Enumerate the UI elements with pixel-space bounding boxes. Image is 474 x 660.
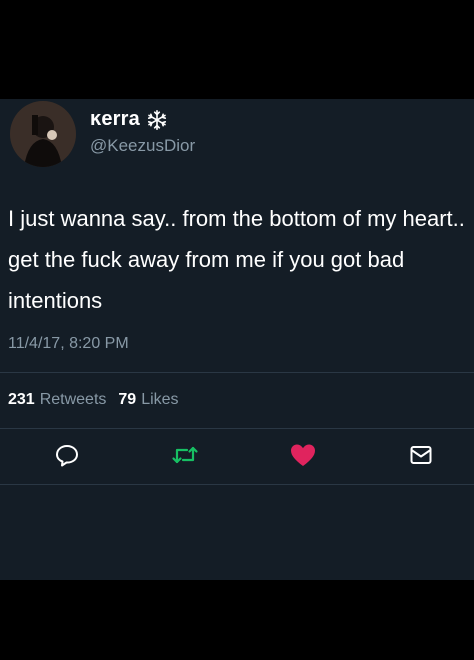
message-icon [410,446,432,464]
divider [0,372,474,373]
message-button[interactable] [406,440,436,470]
likes-label[interactable]: Likes [141,391,178,409]
tweet-text: I just wanna say.. from the bottom of my… [8,206,465,313]
divider [0,428,474,429]
tweet-stats: 231 Retweets 79 Likes [8,391,179,409]
retweet-icon [172,446,198,464]
reply-icon [56,445,78,467]
like-button[interactable] [288,440,318,470]
tweet-actions [0,440,474,476]
avatar[interactable] [10,101,76,167]
divider [0,484,474,485]
tweet-timestamp[interactable]: 11/4/17, 8:20 PM [8,335,129,353]
snowflake-icon [147,109,167,130]
retweets-label[interactable]: Retweets [40,391,107,409]
reply-button[interactable] [52,440,82,470]
display-name[interactable]: ĸerra [90,108,140,131]
retweets-count[interactable]: 231 [8,391,35,409]
user-handle[interactable]: @KeezusDior [90,136,195,156]
retweet-button[interactable] [170,440,200,470]
like-icon [291,444,315,466]
likes-count[interactable]: 79 [118,391,136,409]
